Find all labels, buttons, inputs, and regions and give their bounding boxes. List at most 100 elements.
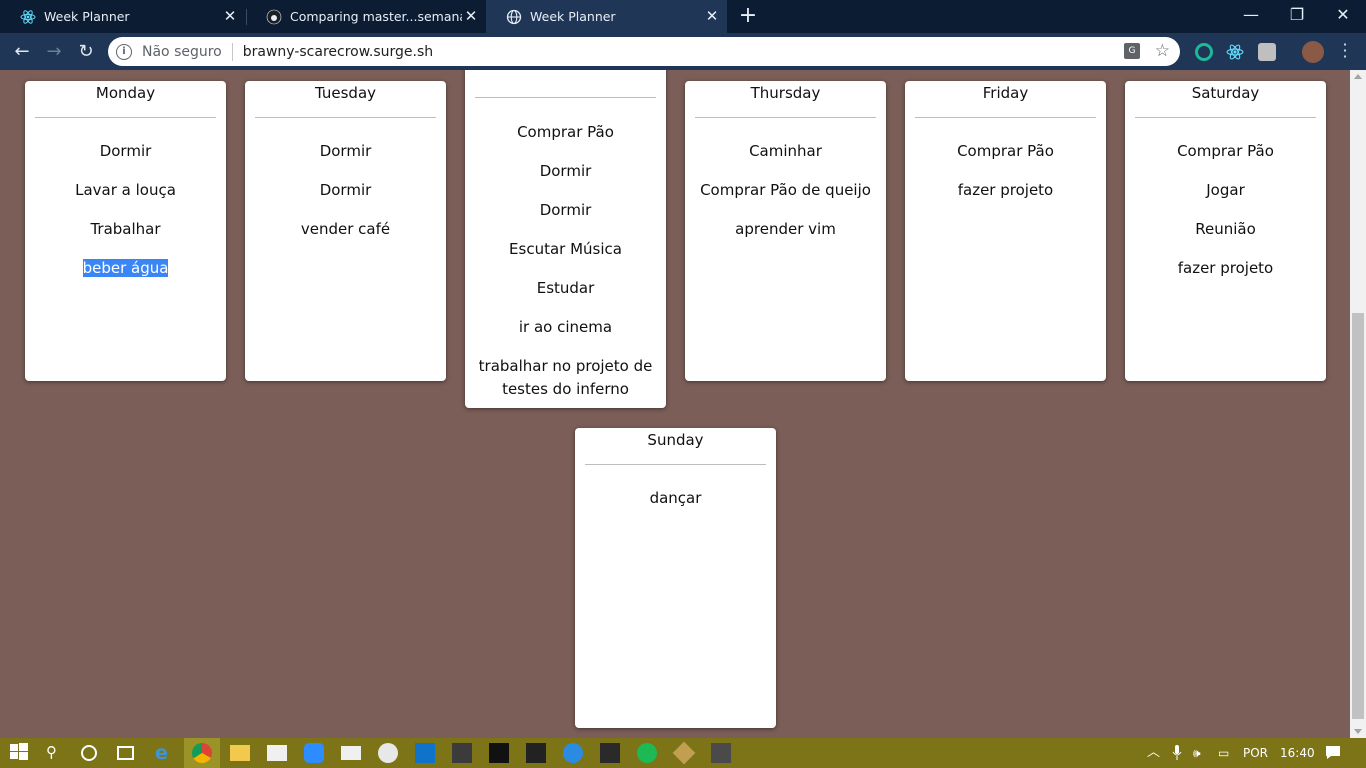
task-item[interactable]: vender café xyxy=(245,218,446,241)
file-explorer-icon[interactable] xyxy=(230,745,250,761)
task-item[interactable]: Caminhar xyxy=(685,140,886,163)
search-icon[interactable]: ⚲ xyxy=(46,743,66,763)
task-label: beber água xyxy=(82,259,169,277)
tab-title: Week Planner xyxy=(530,9,616,24)
task-label: vender café xyxy=(300,220,391,238)
chrome-icon[interactable] xyxy=(192,743,212,763)
mail-icon[interactable] xyxy=(341,746,361,760)
language-indicator[interactable]: POR xyxy=(1243,745,1268,761)
bookmark-star-icon[interactable]: ☆ xyxy=(1155,41,1170,61)
task-view-icon[interactable] xyxy=(117,746,134,760)
epic-games-icon[interactable] xyxy=(526,743,546,763)
day-title: Friday xyxy=(982,84,1029,102)
task-item[interactable]: Comprar Pão xyxy=(1125,140,1326,163)
task-item[interactable]: Dormir xyxy=(25,140,226,163)
back-button[interactable]: ← xyxy=(11,41,33,63)
task-item[interactable]: Dormir xyxy=(245,140,446,163)
url-text[interactable]: brawny-scarecrow.surge.sh xyxy=(243,44,433,60)
task-item[interactable]: ir ao cinema xyxy=(465,316,666,339)
task-item[interactable]: Lavar a louça xyxy=(25,179,226,202)
task-item[interactable]: fazer projeto xyxy=(1125,257,1326,280)
cortana-icon[interactable] xyxy=(81,745,97,761)
task-item[interactable]: Escutar Música xyxy=(465,238,666,261)
scrollbar[interactable] xyxy=(1350,70,1366,738)
task-label: fazer projeto xyxy=(957,181,1054,199)
windows-start-icon[interactable] xyxy=(10,743,30,763)
task-item[interactable]: aprender vim xyxy=(685,218,886,241)
slack-icon[interactable] xyxy=(378,743,398,763)
task-item[interactable]: Dormir xyxy=(465,199,666,222)
task-label: Caminhar xyxy=(749,142,822,160)
gitkraken-icon[interactable] xyxy=(672,741,696,765)
day-card-sunday: Sunday dançar xyxy=(575,428,776,728)
tray-chevron-icon[interactable]: ︿ xyxy=(1147,745,1160,761)
restore-button[interactable]: ❐ xyxy=(1274,0,1320,33)
tab-week-planner-2[interactable]: Week Planner ✕ xyxy=(486,0,727,33)
task-item[interactable]: Comprar Pão xyxy=(905,140,1106,163)
minimize-button[interactable]: — xyxy=(1228,0,1274,33)
task-item[interactable]: Reunião xyxy=(1125,218,1326,241)
reload-button[interactable]: ↻ xyxy=(75,41,97,63)
task-label: Comprar Pão xyxy=(1177,142,1274,160)
task-item[interactable]: beber água xyxy=(25,257,226,280)
task-item[interactable]: fazer projeto xyxy=(905,179,1106,202)
keyboard-app-icon[interactable] xyxy=(489,743,509,763)
close-tab-icon[interactable]: ✕ xyxy=(705,9,719,24)
task-item[interactable]: Comprar Pão de queijo xyxy=(685,179,886,202)
extension-circle-icon[interactable] xyxy=(1195,43,1213,61)
microphone-icon[interactable] xyxy=(1172,745,1182,761)
task-label: Comprar Pão xyxy=(517,123,614,141)
store-icon[interactable] xyxy=(267,745,287,761)
close-tab-icon[interactable]: ✕ xyxy=(223,9,237,24)
app-circle-icon[interactable] xyxy=(563,743,583,763)
forward-button[interactable]: → xyxy=(43,41,65,63)
tab-week-planner-1[interactable]: Week Planner ✕ xyxy=(0,0,245,33)
task-item[interactable]: dançar xyxy=(575,487,776,510)
react-icon xyxy=(20,9,36,25)
close-tab-icon[interactable]: ✕ xyxy=(464,9,478,24)
task-item[interactable]: Estudar xyxy=(465,277,666,300)
address-bar[interactable]: i Não seguro brawny-scarecrow.surge.sh G… xyxy=(108,37,1180,66)
task-item[interactable]: trabalhar no projeto de testes do infern… xyxy=(465,355,666,401)
tab-title: Comparing master...semana12-au xyxy=(290,9,462,24)
day-title: Thursday xyxy=(750,84,821,102)
info-icon[interactable]: i xyxy=(116,43,132,60)
address-divider xyxy=(231,42,233,61)
steam-icon[interactable] xyxy=(600,743,620,763)
task-item[interactable]: Dormir xyxy=(245,179,446,202)
tab-comparing[interactable]: Comparing master...semana12-au ✕ xyxy=(246,0,486,33)
game-launcher-icon[interactable] xyxy=(711,743,731,763)
task-list: dançar xyxy=(575,465,776,510)
spotify-icon[interactable] xyxy=(637,743,657,763)
edge-icon[interactable]: e xyxy=(155,743,175,763)
day-card-friday: Friday Comprar Pão fazer projeto xyxy=(905,81,1106,381)
scroll-down-icon[interactable] xyxy=(1354,729,1362,734)
scroll-up-icon[interactable] xyxy=(1354,74,1362,79)
scrollbar-thumb[interactable] xyxy=(1352,313,1364,719)
task-label: Estudar xyxy=(536,279,595,297)
clock[interactable]: 16:40 xyxy=(1280,745,1315,761)
vscode-icon[interactable] xyxy=(415,743,435,763)
zoom-icon[interactable] xyxy=(304,743,324,763)
task-item[interactable]: Trabalhar xyxy=(25,218,226,241)
task-list: Dormir Dormir vender café xyxy=(245,118,446,241)
avatar[interactable] xyxy=(1302,41,1324,63)
react-devtools-icon[interactable] xyxy=(1226,43,1244,61)
task-list: Dormir Lavar a louça Trabalhar beber água xyxy=(25,118,226,280)
translate-icon[interactable]: G xyxy=(1124,43,1140,59)
day-title: Monday xyxy=(95,84,156,102)
task-list: Caminhar Comprar Pão de queijo aprender vi… xyxy=(685,118,886,241)
notifications-icon[interactable] xyxy=(1325,745,1341,761)
task-item[interactable]: Comprar Pão xyxy=(465,121,666,144)
close-window-button[interactable]: ✕ xyxy=(1320,0,1366,33)
volume-icon[interactable]: 🕪 xyxy=(1193,745,1201,761)
task-label: aprender vim xyxy=(735,220,836,238)
game-icon[interactable] xyxy=(452,743,472,763)
menu-icon[interactable]: · · · xyxy=(1340,37,1350,65)
task-item[interactable]: Dormir xyxy=(465,160,666,183)
new-tab-button[interactable]: + xyxy=(737,5,759,28)
extension-s-icon[interactable] xyxy=(1258,43,1276,61)
network-icon[interactable]: ▭ xyxy=(1218,745,1229,761)
day-card-thursday: Thursday Caminhar Comprar Pão de queijo apr… xyxy=(685,81,886,381)
task-item[interactable]: Jogar xyxy=(1125,179,1326,202)
